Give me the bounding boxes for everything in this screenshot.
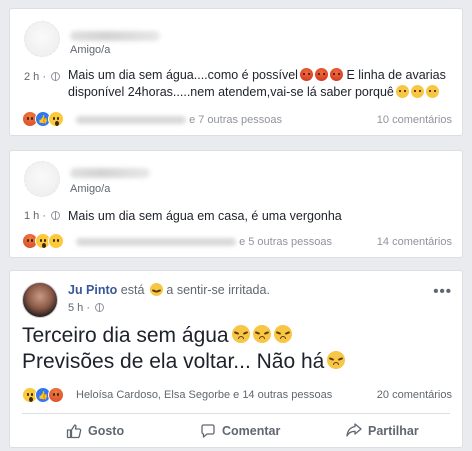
globe-icon bbox=[51, 72, 61, 81]
reaction-names[interactable]: e 5 outras pessoas bbox=[76, 236, 332, 248]
relation-label: Amigo/a bbox=[70, 183, 111, 195]
like-label: Gosto bbox=[88, 424, 125, 438]
like-button[interactable]: Gosto bbox=[66, 415, 124, 447]
comment-button[interactable]: Comentar bbox=[200, 415, 280, 447]
reactions[interactable]: 👍 bbox=[22, 386, 64, 404]
post-card-3: Ju Pinto está a sentir-se irritada. 5 h … bbox=[9, 270, 463, 448]
frustrated-emoji bbox=[149, 283, 163, 296]
avatar[interactable] bbox=[24, 21, 60, 57]
angry-reaction-icon bbox=[48, 387, 64, 403]
confused-emoji bbox=[410, 85, 424, 98]
angry-emoji bbox=[329, 68, 343, 81]
post-text-line2: Previsões de ela voltar... Não há bbox=[22, 350, 325, 373]
avatar[interactable] bbox=[22, 282, 58, 318]
frustrated-emoji bbox=[327, 351, 346, 369]
post-text-line1: Mais um dia sem água....como é possível bbox=[68, 68, 298, 82]
reaction-others[interactable]: e 7 outras pessoas bbox=[189, 114, 282, 126]
reaction-names[interactable]: e 7 outras pessoas bbox=[76, 114, 282, 126]
post-time-text[interactable]: 1 h bbox=[24, 210, 39, 222]
share-button[interactable]: Partilhar bbox=[346, 415, 419, 447]
comment-icon bbox=[201, 424, 215, 438]
post-header: Ju Pinto está a sentir-se irritada. bbox=[68, 283, 270, 297]
reaction-others[interactable]: e 5 outras pessoas bbox=[239, 236, 332, 248]
reaction-names[interactable]: Heloísa Cardoso, Elsa Segorbe e 14 outra… bbox=[76, 389, 332, 401]
feeling-text: a sentir-se irritada. bbox=[166, 283, 270, 297]
share-label: Partilhar bbox=[368, 424, 419, 438]
sad-reaction-icon bbox=[48, 233, 64, 249]
post-text: Mais um dia sem água....como é possível … bbox=[68, 67, 458, 101]
author-name-redacted[interactable] bbox=[70, 31, 160, 41]
post-time[interactable]: 1 h · bbox=[24, 210, 62, 222]
comment-count[interactable]: 14 comentários bbox=[377, 236, 452, 248]
angry-emoji bbox=[299, 68, 313, 81]
share-icon bbox=[346, 423, 362, 437]
reactions[interactable] bbox=[22, 232, 64, 250]
avatar[interactable] bbox=[24, 161, 60, 197]
like-icon bbox=[66, 424, 82, 439]
post-text: Terceiro dia sem água Previsões de ela v… bbox=[22, 323, 452, 375]
confused-emoji bbox=[395, 85, 409, 98]
comment-count[interactable]: 20 comentários bbox=[377, 389, 452, 401]
post-time[interactable]: 2 h · bbox=[24, 71, 62, 83]
post-card-2: Amigo/a 1 h · Mais um dia sem água em ca… bbox=[9, 150, 463, 258]
post-menu-button[interactable]: ••• bbox=[433, 283, 452, 300]
angry-emoji bbox=[314, 68, 328, 81]
post-text: Mais um dia sem água em casa, é uma verg… bbox=[68, 209, 342, 223]
frustrated-emoji bbox=[231, 325, 250, 343]
frustrated-emoji bbox=[273, 325, 292, 343]
wow-reaction-icon bbox=[48, 111, 64, 127]
relation-label: Amigo/a bbox=[70, 44, 111, 56]
confused-emoji bbox=[425, 85, 439, 98]
feeling-prefix: está bbox=[120, 283, 145, 297]
reactions[interactable]: 👍 bbox=[22, 110, 64, 128]
post-time[interactable]: 5 h · bbox=[68, 302, 106, 314]
divider bbox=[22, 413, 450, 414]
frustrated-emoji bbox=[252, 325, 271, 343]
author-name[interactable]: Ju Pinto bbox=[68, 283, 117, 297]
action-bar: Gosto Comentar Partilhar bbox=[10, 415, 462, 447]
post-time-text[interactable]: 5 h bbox=[68, 302, 83, 314]
comment-label: Comentar bbox=[222, 424, 281, 438]
comment-count[interactable]: 10 comentários bbox=[377, 114, 452, 126]
globe-icon bbox=[95, 303, 105, 312]
post-text-line1: Terceiro dia sem água bbox=[22, 324, 229, 347]
post-time-text[interactable]: 2 h bbox=[24, 71, 39, 83]
author-name-redacted[interactable] bbox=[70, 168, 150, 178]
globe-icon bbox=[51, 211, 61, 220]
post-card-1: Amigo/a 2 h · Mais um dia sem água....co… bbox=[9, 8, 463, 136]
